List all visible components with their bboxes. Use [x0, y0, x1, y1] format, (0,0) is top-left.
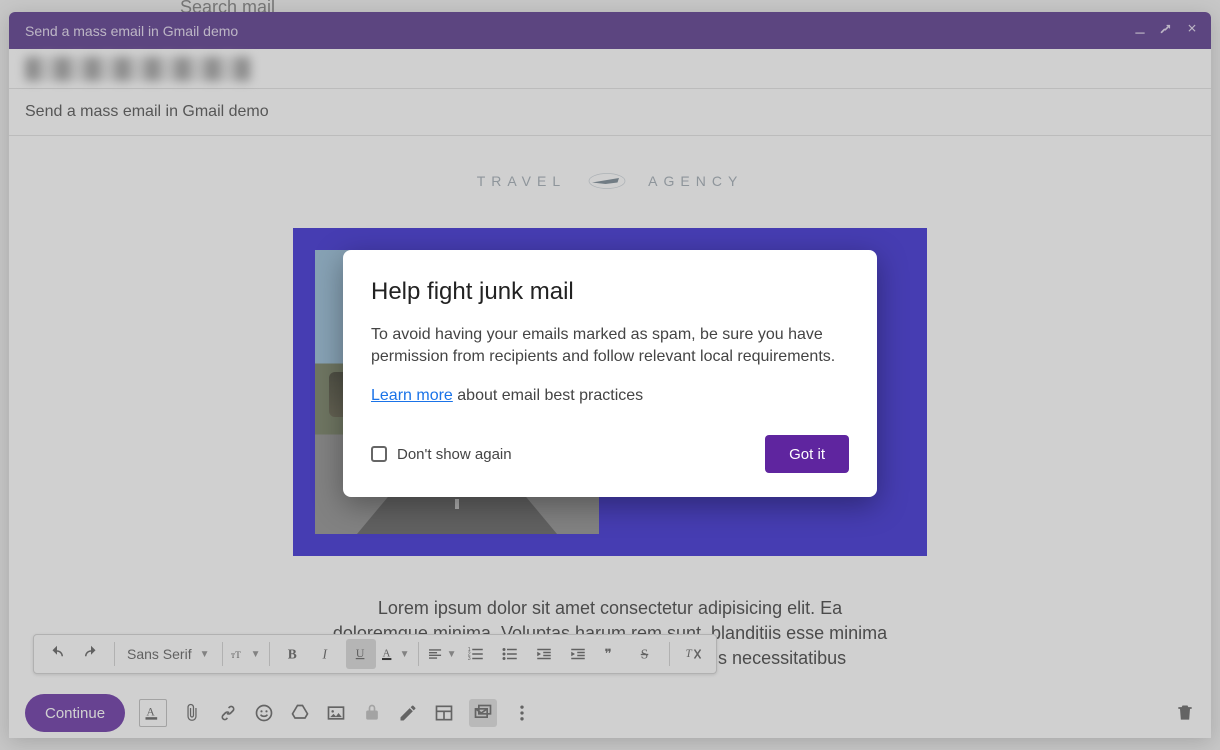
dialog-learn-more-row: Learn more about email best practices — [371, 385, 849, 407]
learn-more-suffix: about email best practices — [453, 387, 643, 404]
dialog-body: To avoid having your emails marked as sp… — [371, 324, 849, 369]
modal-overlay: Help fight junk mail To avoid having you… — [0, 0, 1220, 750]
dont-show-label: Don't show again — [397, 446, 512, 463]
checkbox-icon — [371, 446, 387, 462]
junk-mail-dialog: Help fight junk mail To avoid having you… — [343, 250, 877, 497]
got-it-button[interactable]: Got it — [765, 435, 849, 473]
dialog-title: Help fight junk mail — [371, 278, 849, 306]
dont-show-checkbox[interactable]: Don't show again — [371, 446, 512, 463]
learn-more-link[interactable]: Learn more — [371, 387, 453, 404]
